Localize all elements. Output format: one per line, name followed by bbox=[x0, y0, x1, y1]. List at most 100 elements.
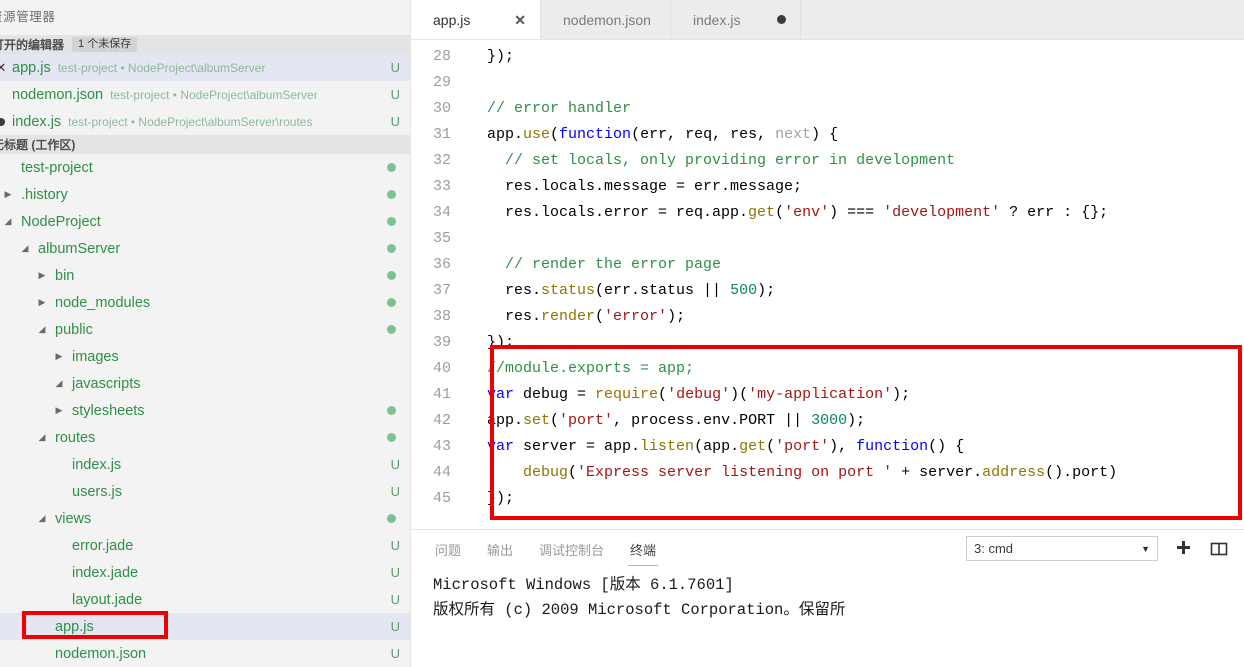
tree-item-label: routes bbox=[55, 429, 96, 446]
open-editor-item[interactable]: index.js test-project • NodeProject\album… bbox=[0, 108, 410, 135]
tree-item[interactable]: app.js U bbox=[0, 613, 410, 640]
tree-item[interactable]: ◢ routes bbox=[0, 424, 410, 451]
tree-item[interactable]: ▶ bin bbox=[0, 262, 410, 289]
chevron-down-icon[interactable]: ◢ bbox=[36, 432, 48, 443]
explorer-title: 资源管理器 bbox=[0, 0, 410, 35]
tree-item[interactable]: ▶ node_modules bbox=[0, 289, 410, 316]
tree-item[interactable]: ▶ images bbox=[0, 343, 410, 370]
code-line: 43 var server = app.listen(app.get('port… bbox=[411, 434, 1244, 460]
tree-item[interactable]: ◢ NodeProject bbox=[0, 208, 410, 235]
dirty-indicator-icon[interactable] bbox=[777, 15, 786, 24]
chevron-down-icon[interactable]: ◢ bbox=[2, 216, 14, 227]
editor-area: app.js ✕ nodemon.json index.js 28 }); 29 30 /… bbox=[411, 0, 1244, 667]
tree-item-label: albumServer bbox=[38, 240, 121, 257]
tree-item-label: layout.jade bbox=[72, 591, 143, 608]
tree-item[interactable]: test-project bbox=[0, 154, 410, 181]
editor-tab[interactable]: index.js bbox=[671, 0, 801, 39]
line-number: 35 bbox=[432, 230, 451, 247]
code-text: res.render('error'); bbox=[469, 308, 686, 325]
open-editor-item[interactable]: ✕app.js test-project • NodeProject\albumS… bbox=[0, 54, 410, 81]
tree-item-label: app.js bbox=[55, 618, 94, 635]
chevron-right-icon[interactable]: ▶ bbox=[2, 189, 14, 200]
tree-item-label: index.js bbox=[72, 456, 122, 473]
tree-item-label: nodemon.json bbox=[55, 645, 147, 662]
chevron-down-icon[interactable]: ◢ bbox=[36, 324, 48, 335]
close-icon[interactable]: ✕ bbox=[514, 13, 526, 27]
code-text: app.use(function(err, req, res, next) { bbox=[469, 126, 839, 143]
panel-tab[interactable]: 调试控制台 bbox=[537, 531, 606, 566]
panel-tab[interactable]: 终端 bbox=[628, 531, 659, 566]
editor-tab[interactable]: app.js ✕ bbox=[411, 0, 541, 39]
line-number: 39 bbox=[432, 334, 451, 351]
tree-item[interactable]: ▶ stylesheets bbox=[0, 397, 410, 424]
open-editor-item[interactable]: nodemon.json test-project • NodeProject\a… bbox=[0, 81, 410, 108]
tree-item[interactable]: ▶ .history bbox=[0, 181, 410, 208]
code-line: 35 bbox=[411, 226, 1244, 252]
code-text: res.locals.error = req.app.get('env') ==… bbox=[469, 204, 1109, 221]
line-number: 28 bbox=[432, 48, 451, 65]
chevron-down-icon[interactable]: ◢ bbox=[36, 513, 48, 524]
open-editors-list: ✕app.js test-project • NodeProject\albumS… bbox=[0, 54, 410, 135]
line-number: 41 bbox=[432, 386, 451, 403]
tree-item[interactable]: ◢ public bbox=[0, 316, 410, 343]
code-line: 39 }); bbox=[411, 330, 1244, 356]
git-status-badge: U bbox=[390, 592, 400, 607]
dirty-indicator-icon bbox=[0, 117, 12, 126]
open-editor-name: index.js bbox=[12, 113, 62, 130]
chevron-right-icon[interactable]: ▶ bbox=[53, 405, 65, 416]
git-modified-dot-icon bbox=[387, 190, 396, 199]
workspace-header[interactable]: 无标题 (工作区) bbox=[0, 135, 410, 154]
chevron-right-icon[interactable]: ▶ bbox=[36, 270, 48, 281]
editor-tab-label: app.js bbox=[433, 11, 471, 28]
code-line: 30 // error handler bbox=[411, 96, 1244, 122]
tree-item[interactable]: ◢ albumServer bbox=[0, 235, 410, 262]
split-editor-icon[interactable] bbox=[1208, 538, 1230, 560]
open-editors-header[interactable]: 打开的编辑器 1 个未保存 bbox=[0, 35, 410, 54]
git-modified-dot-icon bbox=[387, 298, 396, 307]
editor-tab[interactable]: nodemon.json bbox=[541, 0, 671, 39]
code-text: // render the error page bbox=[469, 256, 722, 273]
terminal-select[interactable]: 3: cmd ▼ bbox=[966, 536, 1158, 561]
tree-item-label: bin bbox=[55, 267, 75, 284]
close-icon[interactable]: ✕ bbox=[0, 60, 12, 76]
chevron-down-icon[interactable]: ◢ bbox=[19, 243, 31, 254]
tree-item[interactable]: index.js U bbox=[0, 451, 410, 478]
git-modified-dot-icon bbox=[387, 163, 396, 172]
code-text: }); bbox=[469, 48, 515, 65]
editor-tab-bar: app.js ✕ nodemon.json index.js bbox=[411, 0, 1244, 40]
panel-header: 问题 输出 调试控制台 终端 3: cmd ▼ bbox=[411, 530, 1244, 567]
code-text: }); bbox=[469, 334, 515, 351]
editor-tab-label: index.js bbox=[693, 11, 741, 28]
chevron-down-icon: ▼ bbox=[1141, 543, 1150, 554]
panel-tab[interactable]: 问题 bbox=[433, 531, 463, 566]
line-number: 31 bbox=[432, 126, 451, 143]
code-text: //module.exports = app; bbox=[469, 360, 695, 377]
workspace-label: 无标题 (工作区) bbox=[0, 138, 76, 152]
chevron-right-icon[interactable]: ▶ bbox=[53, 351, 65, 362]
panel-tab[interactable]: 输出 bbox=[485, 531, 515, 566]
line-number: 32 bbox=[432, 152, 451, 169]
tree-item[interactable]: layout.jade U bbox=[0, 586, 410, 613]
open-editor-path: test-project • NodeProject\albumServer\r… bbox=[68, 114, 313, 129]
chevron-right-icon[interactable]: ▶ bbox=[36, 297, 48, 308]
code-line: 33 res.locals.message = err.message; bbox=[411, 174, 1244, 200]
terminal-output[interactable]: Microsoft Windows [版本 6.1.7601] 版权所有 (c)… bbox=[411, 567, 1244, 667]
code-text: }); bbox=[469, 490, 515, 507]
tree-item[interactable]: index.jade U bbox=[0, 559, 410, 586]
tree-item[interactable]: nodemon.json U bbox=[0, 640, 410, 667]
git-modified-dot-icon bbox=[387, 325, 396, 334]
tree-item[interactable]: users.js U bbox=[0, 478, 410, 505]
tree-item[interactable]: error.jade U bbox=[0, 532, 410, 559]
plus-icon[interactable] bbox=[1172, 538, 1194, 560]
git-modified-dot-icon bbox=[387, 271, 396, 280]
code-line: 40 //module.exports = app; bbox=[411, 356, 1244, 382]
tree-item[interactable]: ◢ javascripts bbox=[0, 370, 410, 397]
tree-item-label: .history bbox=[21, 186, 68, 203]
line-number: 45 bbox=[432, 490, 451, 507]
chevron-down-icon[interactable]: ◢ bbox=[53, 378, 65, 389]
git-status-badge: U bbox=[390, 565, 400, 580]
code-text: debug('Express server listening on port … bbox=[523, 464, 1118, 481]
tree-item[interactable]: ◢ views bbox=[0, 505, 410, 532]
code-editor[interactable]: 28 }); 29 30 // error handler 31 app.use(fu… bbox=[411, 40, 1244, 529]
code-line: 42 app.set('port', process.env.PORT || 3… bbox=[411, 408, 1244, 434]
